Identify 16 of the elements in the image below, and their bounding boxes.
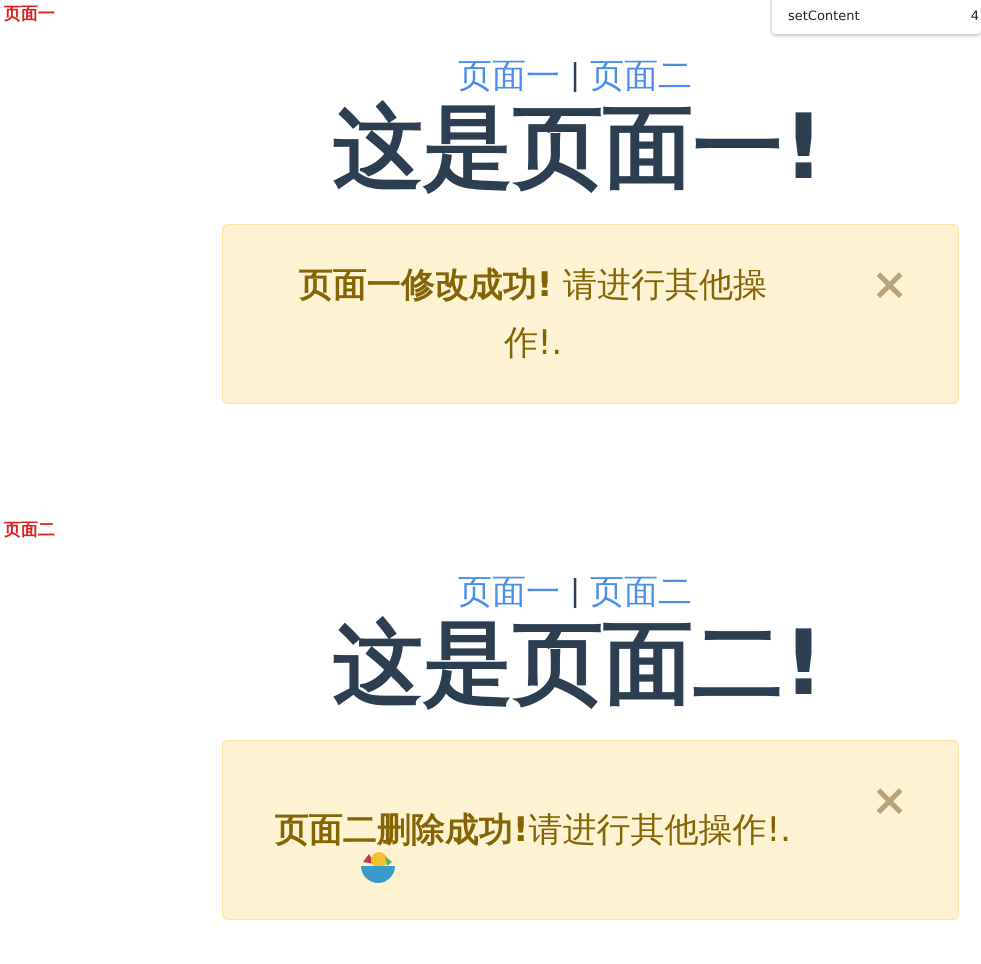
close-button[interactable]: × <box>871 261 908 309</box>
alert-message: 页面二删除成功!请进行其他操作!. <box>274 809 792 852</box>
page-heading: 这是页面一! <box>332 98 826 198</box>
section-label: 页面二 <box>4 520 55 540</box>
page-heading: 这是页面二! <box>332 614 826 714</box>
nav-link[interactable]: 页面二 <box>590 570 692 614</box>
alert-message: 页面一修改成功! 请进行其他操作!. <box>298 264 768 365</box>
section-label: 页面一 <box>4 4 55 24</box>
popup-label: setContent <box>788 8 860 26</box>
separator: | <box>570 57 580 95</box>
popup-value: 4 <box>970 8 979 26</box>
close-button[interactable]: × <box>871 777 908 825</box>
nav-link[interactable]: 页面一 <box>458 54 560 98</box>
separator: | <box>570 573 580 611</box>
nav-link[interactable]: 页面一 <box>458 570 560 614</box>
nav-link[interactable]: 页面二 <box>590 54 692 98</box>
